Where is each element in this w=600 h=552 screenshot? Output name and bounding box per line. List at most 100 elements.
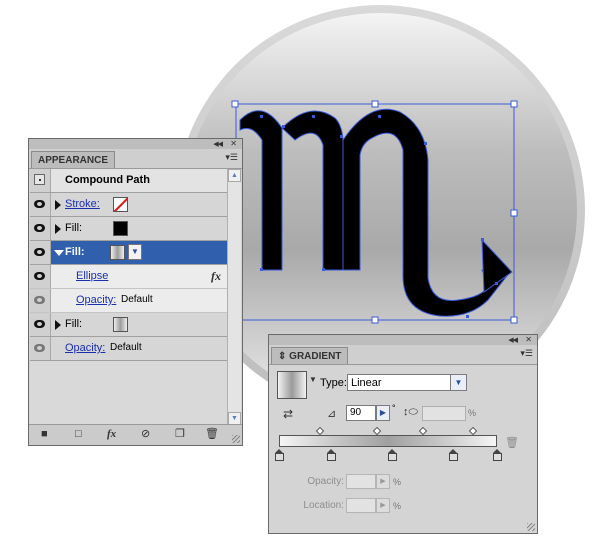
gradient-stop[interactable]: [492, 449, 502, 461]
stroke-none-swatch[interactable]: [113, 197, 128, 212]
visibility-toggle[interactable]: [30, 193, 51, 216]
close-icon[interactable]: ✕: [525, 335, 532, 344]
visibility-toggle[interactable]: [30, 241, 51, 264]
percent-symbol: %: [393, 477, 402, 487]
appearance-row-stroke[interactable]: Stroke:: [30, 193, 227, 217]
eye-icon: [34, 248, 45, 256]
visibility-toggle[interactable]: [30, 265, 51, 288]
gradient-stop[interactable]: [274, 449, 284, 461]
fx-icon[interactable]: fx: [211, 269, 221, 284]
fill-black-swatch[interactable]: [113, 221, 128, 236]
panel-menu-icon[interactable]: ▾☰: [225, 152, 238, 163]
resize-grip[interactable]: [232, 435, 240, 443]
aspect-ratio-input: [422, 406, 466, 421]
angle-icon: ⊿: [327, 408, 337, 420]
midpoint-diamond[interactable]: [372, 426, 382, 436]
expand-triangle-icon[interactable]: [55, 224, 61, 234]
chevron-right-icon[interactable]: ▶: [376, 405, 390, 421]
opacity-value: Default: [121, 294, 153, 305]
percent-symbol: %: [393, 501, 402, 511]
duplicate-item-icon[interactable]: ❐: [175, 429, 185, 440]
gradient-tab-label: GRADIENT: [289, 351, 342, 362]
percent-symbol: %: [468, 408, 477, 418]
eye-icon: [34, 272, 45, 280]
appearance-row-fill-3[interactable]: Fill:: [30, 313, 227, 337]
ellipse-effect-link[interactable]: Ellipse: [76, 270, 108, 282]
eye-icon: [34, 296, 45, 304]
gradient-stop[interactable]: [448, 449, 458, 461]
appearance-row-fill-opacity[interactable]: Opacity: Default: [30, 289, 227, 313]
add-effect-icon[interactable]: fx: [107, 429, 116, 440]
eye-icon: [34, 344, 45, 352]
add-new-stroke-icon[interactable]: ■: [41, 429, 48, 440]
chevron-down-icon[interactable]: ▼: [309, 375, 317, 389]
appearance-row-opacity[interactable]: Opacity: Default: [30, 337, 227, 361]
type-label: Type:: [320, 377, 347, 389]
expand-triangle-icon[interactable]: [55, 320, 61, 330]
appearance-panel: ◀◀ ✕ APPEARANCE ▾☰ Compound Path Stroke:…: [28, 138, 243, 446]
appearance-header-row[interactable]: Compound Path: [30, 169, 227, 193]
collapse-icon[interactable]: ◀◀: [213, 140, 223, 148]
visibility-toggle[interactable]: [30, 313, 51, 336]
angle-input[interactable]: 90: [346, 405, 376, 421]
gradient-slider[interactable]: [279, 435, 497, 447]
appearance-list: Compound Path Stroke: Fill: Fill: ▼ Elli…: [30, 169, 227, 425]
eye-icon: [34, 320, 45, 328]
appearance-row-fill-2[interactable]: Fill: ▼: [30, 241, 227, 265]
scroll-up-icon[interactable]: ▲: [228, 169, 241, 182]
fill-gradient-swatch[interactable]: [113, 317, 128, 332]
target-cell: [30, 169, 51, 192]
clear-appearance-icon[interactable]: ⊘: [141, 429, 150, 440]
fill-gradient-swatch[interactable]: [110, 245, 125, 260]
gradient-stop[interactable]: [387, 449, 397, 461]
panel-tab-bar: APPEARANCE ▾☰: [29, 149, 242, 169]
location-label: Location:: [303, 500, 344, 511]
close-icon[interactable]: ✕: [230, 139, 237, 148]
delete-stop-icon[interactable]: 🗑: [505, 436, 519, 449]
visibility-toggle[interactable]: [30, 217, 51, 240]
resize-grip[interactable]: [527, 523, 535, 531]
midpoint-diamond[interactable]: [316, 426, 325, 436]
stroke-label[interactable]: Stroke:: [65, 198, 100, 210]
visibility-toggle[interactable]: [30, 289, 51, 312]
gradient-stop[interactable]: [326, 449, 336, 461]
opacity-input: [346, 474, 376, 489]
gradient-thumbnail[interactable]: [277, 371, 307, 399]
tab-gradient[interactable]: ⇕ GRADIENT: [271, 347, 349, 364]
opacity-label: Opacity:: [307, 476, 344, 487]
aspect-ratio-icon: ↕⬭: [403, 406, 418, 418]
opacity-value: Default: [110, 342, 142, 353]
add-new-fill-icon[interactable]: □: [75, 429, 82, 440]
appearance-toolbar: ■ □ fx ⊘ ❐ 🗑: [29, 424, 242, 445]
midpoint-diamond[interactable]: [468, 426, 478, 436]
reverse-gradient-icon[interactable]: ⇄: [283, 407, 293, 421]
visibility-toggle[interactable]: [30, 337, 51, 360]
fill-label: Fill:: [65, 318, 83, 330]
panel-menu-icon[interactable]: ▾☰: [520, 348, 533, 359]
object-title: Compound Path: [65, 174, 150, 186]
tab-appearance[interactable]: APPEARANCE: [31, 151, 116, 168]
collapse-triangle-icon[interactable]: [54, 250, 64, 256]
collapse-icon[interactable]: ◀◀: [508, 336, 518, 344]
fill-label: Fill:: [65, 222, 83, 234]
chevron-down-icon[interactable]: ▼: [450, 375, 466, 390]
opacity-link[interactable]: Opacity:: [76, 294, 116, 306]
appearance-row-ellipse-effect[interactable]: Ellipse fx: [30, 265, 227, 289]
target-icon: [34, 174, 45, 185]
opacity-link[interactable]: Opacity:: [65, 342, 105, 354]
eye-icon: [34, 200, 45, 208]
eye-icon: [34, 224, 45, 232]
chevron-right-icon: ▶: [376, 474, 390, 489]
midpoint-diamond[interactable]: [418, 426, 428, 436]
appearance-scrollbar[interactable]: ▲ ▼: [227, 169, 241, 425]
expand-triangle-icon[interactable]: [55, 200, 61, 210]
chevron-down-icon[interactable]: ▼: [128, 244, 142, 260]
location-input: [346, 498, 376, 513]
appearance-row-fill-1[interactable]: Fill:: [30, 217, 227, 241]
gradient-type-select[interactable]: Linear ▼: [347, 374, 467, 391]
panel-tab-bar: ⇕ GRADIENT ▾☰: [269, 345, 537, 365]
degree-symbol: °: [392, 403, 396, 413]
chevron-right-icon: ▶: [376, 498, 390, 513]
gradient-panel: ◀◀ ✕ ⇕ GRADIENT ▾☰ ▼ Type: Linear ▼ ⇄ ⊿ …: [268, 334, 538, 534]
delete-item-icon[interactable]: 🗑: [205, 429, 219, 440]
